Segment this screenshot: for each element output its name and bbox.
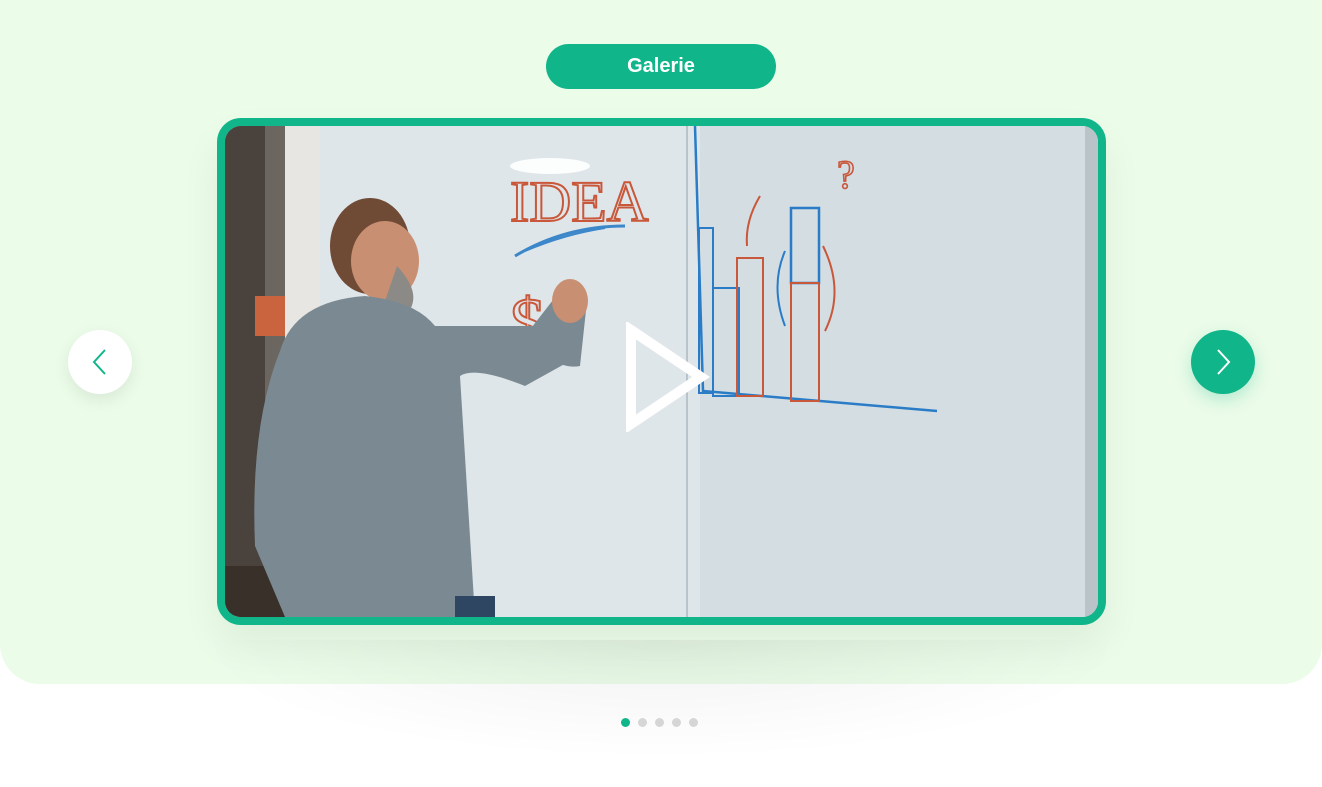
svg-text:?: ?: [837, 152, 855, 197]
panel-shadow: [190, 640, 1132, 760]
pagination-dot-4[interactable]: [672, 718, 681, 727]
chevron-right-icon: [1217, 349, 1231, 375]
play-icon: [626, 320, 710, 434]
pagination-dots: [621, 718, 698, 727]
next-button[interactable]: [1191, 330, 1255, 394]
chevron-left-icon: [92, 349, 106, 375]
gallery-title: Galerie: [546, 44, 776, 89]
pagination-dot-5[interactable]: [689, 718, 698, 727]
pagination-dot-1[interactable]: [621, 718, 630, 727]
play-button[interactable]: [623, 320, 713, 434]
pagination-dot-3[interactable]: [655, 718, 664, 727]
prev-button[interactable]: [68, 330, 132, 394]
video-player[interactable]: IDEA $ ?: [217, 118, 1106, 625]
pagination-dot-2[interactable]: [638, 718, 647, 727]
idea-sketch: IDEA: [510, 169, 649, 234]
